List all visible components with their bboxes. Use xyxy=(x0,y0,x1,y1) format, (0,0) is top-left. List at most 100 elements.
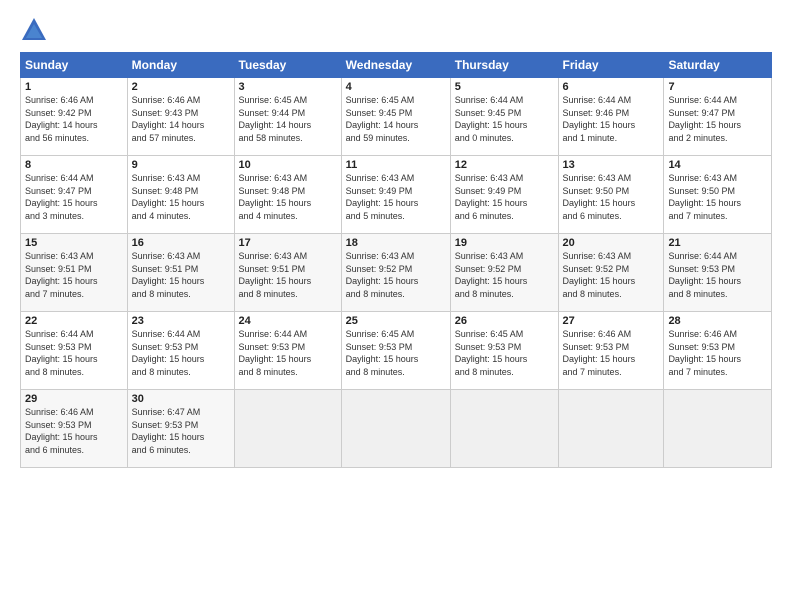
calendar-day: 17Sunrise: 6:43 AM Sunset: 9:51 PM Dayli… xyxy=(234,234,341,312)
calendar-day: 22Sunrise: 6:44 AM Sunset: 9:53 PM Dayli… xyxy=(21,312,128,390)
calendar-day: 13Sunrise: 6:43 AM Sunset: 9:50 PM Dayli… xyxy=(558,156,664,234)
calendar-day xyxy=(450,390,558,468)
day-info: Sunrise: 6:43 AM Sunset: 9:52 PM Dayligh… xyxy=(346,250,446,300)
calendar-day: 5Sunrise: 6:44 AM Sunset: 9:45 PM Daylig… xyxy=(450,78,558,156)
calendar-day: 11Sunrise: 6:43 AM Sunset: 9:49 PM Dayli… xyxy=(341,156,450,234)
day-number: 14 xyxy=(668,159,767,171)
day-info: Sunrise: 6:43 AM Sunset: 9:48 PM Dayligh… xyxy=(132,172,230,222)
day-info: Sunrise: 6:44 AM Sunset: 9:47 PM Dayligh… xyxy=(668,94,767,144)
day-number: 7 xyxy=(668,81,767,93)
day-number: 2 xyxy=(132,81,230,93)
day-number: 13 xyxy=(563,159,660,171)
day-info: Sunrise: 6:43 AM Sunset: 9:51 PM Dayligh… xyxy=(239,250,337,300)
day-number: 27 xyxy=(563,315,660,327)
calendar-day: 28Sunrise: 6:46 AM Sunset: 9:53 PM Dayli… xyxy=(664,312,772,390)
day-info: Sunrise: 6:43 AM Sunset: 9:50 PM Dayligh… xyxy=(563,172,660,222)
calendar-day: 21Sunrise: 6:44 AM Sunset: 9:53 PM Dayli… xyxy=(664,234,772,312)
calendar-day: 15Sunrise: 6:43 AM Sunset: 9:51 PM Dayli… xyxy=(21,234,128,312)
day-info: Sunrise: 6:44 AM Sunset: 9:53 PM Dayligh… xyxy=(668,250,767,300)
calendar-week-2: 8Sunrise: 6:44 AM Sunset: 9:47 PM Daylig… xyxy=(21,156,772,234)
day-info: Sunrise: 6:44 AM Sunset: 9:53 PM Dayligh… xyxy=(239,328,337,378)
day-header-monday: Monday xyxy=(127,53,234,78)
day-number: 28 xyxy=(668,315,767,327)
day-info: Sunrise: 6:43 AM Sunset: 9:52 PM Dayligh… xyxy=(455,250,554,300)
calendar-day: 19Sunrise: 6:43 AM Sunset: 9:52 PM Dayli… xyxy=(450,234,558,312)
day-number: 24 xyxy=(239,315,337,327)
day-info: Sunrise: 6:43 AM Sunset: 9:51 PM Dayligh… xyxy=(132,250,230,300)
day-number: 25 xyxy=(346,315,446,327)
calendar-day: 25Sunrise: 6:45 AM Sunset: 9:53 PM Dayli… xyxy=(341,312,450,390)
calendar-day: 24Sunrise: 6:44 AM Sunset: 9:53 PM Dayli… xyxy=(234,312,341,390)
calendar-day: 18Sunrise: 6:43 AM Sunset: 9:52 PM Dayli… xyxy=(341,234,450,312)
day-info: Sunrise: 6:43 AM Sunset: 9:49 PM Dayligh… xyxy=(346,172,446,222)
calendar-header-row: SundayMondayTuesdayWednesdayThursdayFrid… xyxy=(21,53,772,78)
day-number: 8 xyxy=(25,159,123,171)
day-number: 22 xyxy=(25,315,123,327)
day-info: Sunrise: 6:43 AM Sunset: 9:51 PM Dayligh… xyxy=(25,250,123,300)
day-number: 26 xyxy=(455,315,554,327)
calendar-day xyxy=(234,390,341,468)
logo xyxy=(20,16,52,44)
calendar-day: 9Sunrise: 6:43 AM Sunset: 9:48 PM Daylig… xyxy=(127,156,234,234)
calendar-day xyxy=(341,390,450,468)
day-info: Sunrise: 6:45 AM Sunset: 9:53 PM Dayligh… xyxy=(455,328,554,378)
day-info: Sunrise: 6:45 AM Sunset: 9:53 PM Dayligh… xyxy=(346,328,446,378)
calendar-day: 16Sunrise: 6:43 AM Sunset: 9:51 PM Dayli… xyxy=(127,234,234,312)
day-info: Sunrise: 6:44 AM Sunset: 9:47 PM Dayligh… xyxy=(25,172,123,222)
calendar-day: 8Sunrise: 6:44 AM Sunset: 9:47 PM Daylig… xyxy=(21,156,128,234)
day-header-tuesday: Tuesday xyxy=(234,53,341,78)
day-number: 5 xyxy=(455,81,554,93)
day-info: Sunrise: 6:44 AM Sunset: 9:46 PM Dayligh… xyxy=(563,94,660,144)
calendar-day: 14Sunrise: 6:43 AM Sunset: 9:50 PM Dayli… xyxy=(664,156,772,234)
calendar-day: 6Sunrise: 6:44 AM Sunset: 9:46 PM Daylig… xyxy=(558,78,664,156)
day-number: 15 xyxy=(25,237,123,249)
day-info: Sunrise: 6:43 AM Sunset: 9:49 PM Dayligh… xyxy=(455,172,554,222)
day-number: 9 xyxy=(132,159,230,171)
calendar-day: 20Sunrise: 6:43 AM Sunset: 9:52 PM Dayli… xyxy=(558,234,664,312)
page: SundayMondayTuesdayWednesdayThursdayFrid… xyxy=(0,0,792,612)
day-number: 1 xyxy=(25,81,123,93)
calendar-day: 3Sunrise: 6:45 AM Sunset: 9:44 PM Daylig… xyxy=(234,78,341,156)
day-info: Sunrise: 6:46 AM Sunset: 9:53 PM Dayligh… xyxy=(668,328,767,378)
calendar-day: 23Sunrise: 6:44 AM Sunset: 9:53 PM Dayli… xyxy=(127,312,234,390)
calendar-day: 29Sunrise: 6:46 AM Sunset: 9:53 PM Dayli… xyxy=(21,390,128,468)
day-number: 12 xyxy=(455,159,554,171)
day-info: Sunrise: 6:46 AM Sunset: 9:53 PM Dayligh… xyxy=(563,328,660,378)
day-number: 20 xyxy=(563,237,660,249)
calendar: SundayMondayTuesdayWednesdayThursdayFrid… xyxy=(20,52,772,468)
calendar-day xyxy=(664,390,772,468)
day-info: Sunrise: 6:45 AM Sunset: 9:45 PM Dayligh… xyxy=(346,94,446,144)
day-info: Sunrise: 6:44 AM Sunset: 9:53 PM Dayligh… xyxy=(25,328,123,378)
day-number: 4 xyxy=(346,81,446,93)
day-info: Sunrise: 6:47 AM Sunset: 9:53 PM Dayligh… xyxy=(132,406,230,456)
logo-icon xyxy=(20,16,48,44)
day-info: Sunrise: 6:46 AM Sunset: 9:43 PM Dayligh… xyxy=(132,94,230,144)
day-number: 19 xyxy=(455,237,554,249)
calendar-week-3: 15Sunrise: 6:43 AM Sunset: 9:51 PM Dayli… xyxy=(21,234,772,312)
day-number: 3 xyxy=(239,81,337,93)
day-info: Sunrise: 6:45 AM Sunset: 9:44 PM Dayligh… xyxy=(239,94,337,144)
calendar-day: 12Sunrise: 6:43 AM Sunset: 9:49 PM Dayli… xyxy=(450,156,558,234)
day-number: 16 xyxy=(132,237,230,249)
calendar-day: 10Sunrise: 6:43 AM Sunset: 9:48 PM Dayli… xyxy=(234,156,341,234)
day-number: 18 xyxy=(346,237,446,249)
header xyxy=(20,16,772,44)
calendar-day: 7Sunrise: 6:44 AM Sunset: 9:47 PM Daylig… xyxy=(664,78,772,156)
day-header-wednesday: Wednesday xyxy=(341,53,450,78)
calendar-day: 4Sunrise: 6:45 AM Sunset: 9:45 PM Daylig… xyxy=(341,78,450,156)
day-info: Sunrise: 6:43 AM Sunset: 9:48 PM Dayligh… xyxy=(239,172,337,222)
calendar-day: 27Sunrise: 6:46 AM Sunset: 9:53 PM Dayli… xyxy=(558,312,664,390)
day-number: 10 xyxy=(239,159,337,171)
day-info: Sunrise: 6:44 AM Sunset: 9:53 PM Dayligh… xyxy=(132,328,230,378)
calendar-week-1: 1Sunrise: 6:46 AM Sunset: 9:42 PM Daylig… xyxy=(21,78,772,156)
calendar-day: 26Sunrise: 6:45 AM Sunset: 9:53 PM Dayli… xyxy=(450,312,558,390)
day-header-thursday: Thursday xyxy=(450,53,558,78)
calendar-day: 1Sunrise: 6:46 AM Sunset: 9:42 PM Daylig… xyxy=(21,78,128,156)
calendar-week-4: 22Sunrise: 6:44 AM Sunset: 9:53 PM Dayli… xyxy=(21,312,772,390)
calendar-day: 2Sunrise: 6:46 AM Sunset: 9:43 PM Daylig… xyxy=(127,78,234,156)
day-info: Sunrise: 6:43 AM Sunset: 9:50 PM Dayligh… xyxy=(668,172,767,222)
day-info: Sunrise: 6:46 AM Sunset: 9:42 PM Dayligh… xyxy=(25,94,123,144)
calendar-week-5: 29Sunrise: 6:46 AM Sunset: 9:53 PM Dayli… xyxy=(21,390,772,468)
day-number: 30 xyxy=(132,393,230,405)
calendar-day: 30Sunrise: 6:47 AM Sunset: 9:53 PM Dayli… xyxy=(127,390,234,468)
